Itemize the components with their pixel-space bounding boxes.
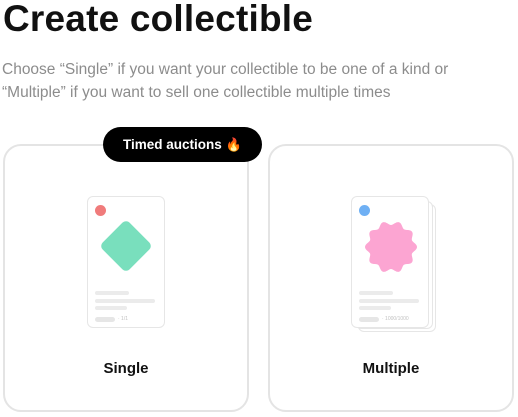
fire-icon: 🔥	[225, 136, 242, 152]
placeholder-line	[359, 291, 393, 295]
blue-dot-icon	[359, 205, 370, 216]
multiple-label: Multiple	[362, 360, 420, 377]
diamond-shape-icon	[99, 219, 153, 273]
multiple-option-card[interactable]: · 1000/1000 Multiple	[268, 144, 514, 412]
timed-auctions-badge: Timed auctions 🔥	[103, 127, 262, 162]
placeholder-line	[95, 299, 155, 303]
single-preview-card: · 1/1	[87, 196, 165, 328]
placeholder-line	[359, 306, 391, 310]
edition-count: · 1000/1000	[382, 316, 409, 322]
edition-count: · 1/1	[118, 316, 129, 322]
timed-auctions-label: Timed auctions	[123, 137, 222, 152]
red-dot-icon	[95, 205, 106, 216]
placeholder-line	[95, 306, 127, 310]
page-title: Create collectible	[3, 0, 314, 39]
placeholder-pill	[95, 317, 115, 322]
placeholder-line	[359, 299, 419, 303]
placeholder-pill	[359, 317, 379, 322]
flower-shape-icon	[365, 222, 417, 272]
single-label: Single	[103, 360, 149, 377]
placeholder-line	[95, 291, 129, 295]
single-option-card[interactable]: · 1/1 Single	[3, 144, 249, 412]
page-subtitle: Choose “Single” if you want your collect…	[2, 61, 449, 101]
multiple-preview-card: · 1000/1000	[351, 196, 429, 328]
create-collectible-page: Create collectible Choose “Single” if yo…	[0, 0, 518, 417]
